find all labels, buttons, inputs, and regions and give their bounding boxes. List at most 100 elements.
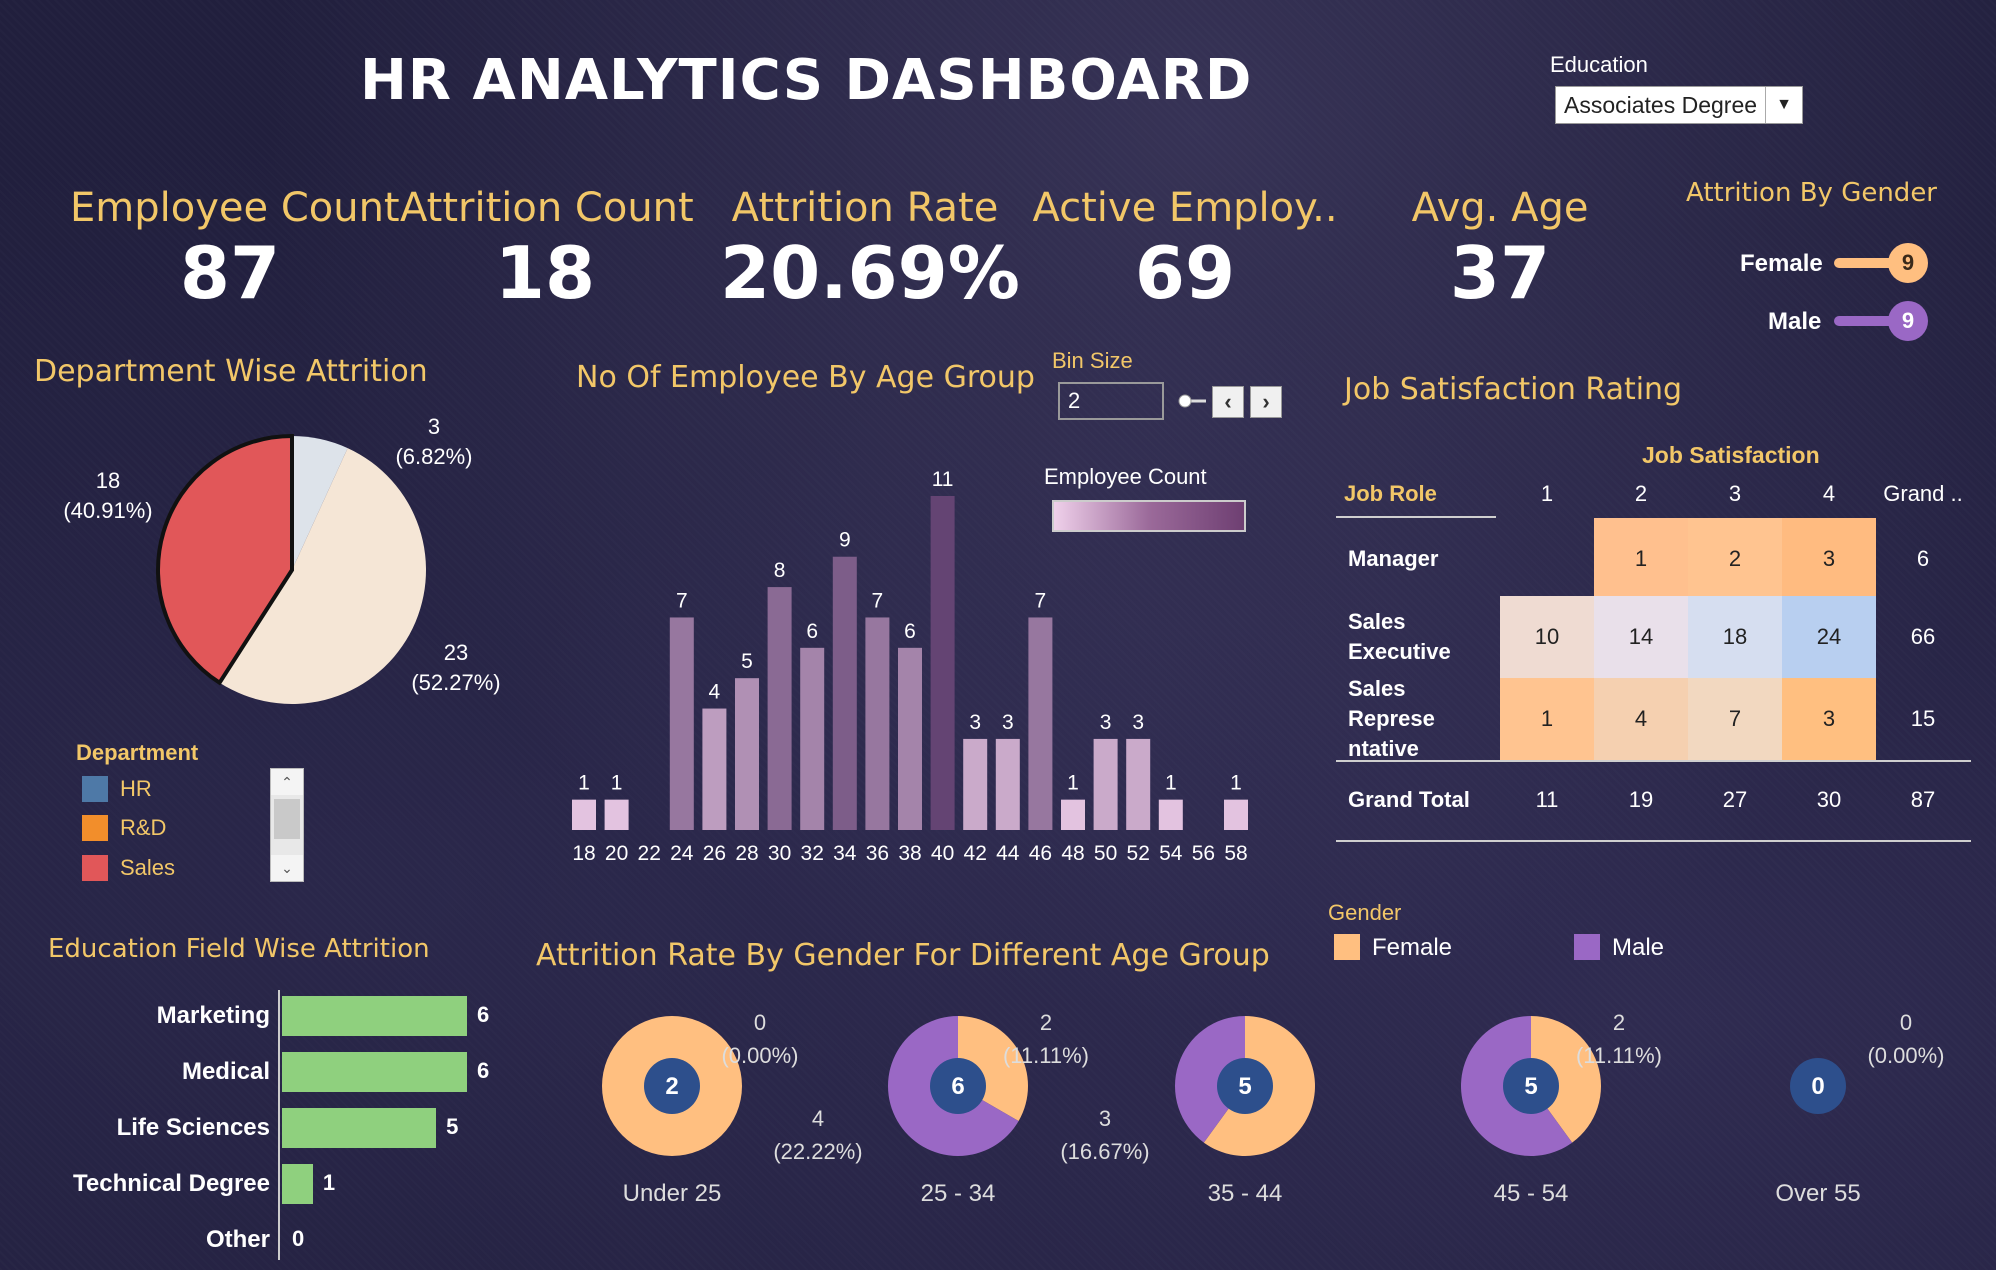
donut-center-value: 0 (1811, 1073, 1824, 1100)
job-satisfaction-cell[interactable]: 18 (1688, 596, 1782, 678)
kpi-value: 20.69% (720, 231, 1020, 315)
age-bar[interactable] (604, 799, 629, 830)
age-bar[interactable] (865, 617, 890, 830)
job-satisfaction-cell[interactable]: 3 (1782, 678, 1876, 760)
age-bar[interactable] (930, 496, 955, 830)
donut-center-value: 5 (1238, 1073, 1251, 1100)
education-field-title: Education Field Wise Attrition (48, 934, 430, 964)
education-field-bar[interactable] (282, 1164, 313, 1204)
job-satisfaction-cell[interactable]: 1 (1594, 518, 1688, 600)
pie-label-rd-pct: (52.27%) (411, 670, 500, 695)
kpi-label: Employee Count (70, 185, 400, 231)
job-satisfaction-cell[interactable]: 87 (1876, 762, 1970, 838)
job-satisfaction-cell[interactable]: 27 (1688, 762, 1782, 838)
age-bar[interactable] (898, 647, 922, 830)
annotation-line: (11.11%) (1002, 1043, 1089, 1068)
age-tick-label: 22 (638, 842, 661, 865)
kpi-label: Active Employ.. (1032, 185, 1338, 231)
kpi-label: Attrition Count (400, 185, 694, 231)
age-bar[interactable] (1061, 799, 1085, 830)
job-satisfaction-cell[interactable]: 7 (1688, 678, 1782, 760)
legend-label-rd[interactable]: R&D (120, 815, 166, 841)
age-bar[interactable] (1126, 738, 1151, 830)
page-title: HR ANALYTICS DASHBOARD (360, 48, 1253, 113)
pie-label-sales-count: 18 (96, 468, 120, 493)
donut-annotation: 2 (11.11%) (976, 1006, 1116, 1072)
legend-swatch-rd (82, 815, 108, 841)
job-satisfaction-cell[interactable]: 2 (1688, 518, 1782, 600)
age-bar[interactable] (767, 587, 792, 830)
kpi-active-employees: Active Employ.. 69 (1030, 185, 1340, 315)
age-bar-value: 6 (904, 620, 916, 643)
age-tick-label: 52 (1127, 842, 1150, 865)
age-bar-value: 1 (578, 772, 590, 795)
job-satisfaction-cell[interactable]: 15 (1876, 678, 1970, 760)
bin-size-input[interactable]: 2 (1058, 382, 1164, 420)
age-bar[interactable] (995, 738, 1020, 830)
chevron-right-icon: › (1262, 389, 1270, 414)
annotation-line: (16.67%) (1060, 1139, 1150, 1164)
job-role-row-label: Manager (1348, 546, 1439, 572)
row-label-line: Executive (1348, 639, 1451, 664)
job-satisfaction-cell[interactable]: 30 (1782, 762, 1876, 838)
legend-label-male[interactable]: Male (1612, 934, 1664, 962)
scroll-up-icon[interactable]: ⌃ (271, 769, 303, 795)
job-satisfaction-cell[interactable]: 10 (1500, 596, 1594, 678)
age-bar[interactable] (735, 678, 759, 830)
education-dropdown[interactable]: Associates Degree ▼ (1555, 86, 1803, 124)
job-satisfaction-cell[interactable] (1500, 518, 1594, 600)
age-bar[interactable] (832, 556, 857, 830)
age-tick-label: 18 (572, 842, 595, 865)
employee-count-legend-label: Employee Count (1044, 464, 1207, 489)
education-field-value: 6 (477, 1002, 490, 1027)
legend-label-female[interactable]: Female (1372, 934, 1452, 962)
job-satisfaction-column-header: Grand .. (1883, 481, 1963, 506)
table-divider (1336, 760, 1971, 762)
age-bar[interactable] (1028, 617, 1053, 830)
chevron-down-icon[interactable]: ▼ (1765, 87, 1802, 123)
chevron-left-icon: ‹ (1224, 389, 1232, 414)
bin-decrease-button[interactable]: ‹ (1212, 386, 1244, 418)
age-bar[interactable] (800, 647, 825, 830)
education-field-value: 6 (477, 1058, 490, 1083)
kpi-employee-count: Employee Count 87 (70, 185, 400, 315)
age-bar[interactable] (572, 799, 596, 830)
education-field-bar[interactable] (282, 996, 467, 1036)
donut-center-value: 6 (951, 1073, 964, 1100)
age-bar[interactable] (1093, 738, 1118, 830)
bin-increase-button[interactable]: › (1250, 386, 1282, 418)
age-group-title: No Of Employee By Age Group (576, 360, 1035, 395)
education-field-bar[interactable] (282, 1108, 437, 1148)
age-tick-label: 46 (1029, 842, 1052, 865)
annotation-line: (0.00%) (721, 1043, 799, 1068)
age-bar[interactable] (1158, 799, 1183, 830)
kpi-label: Avg. Age (1411, 185, 1589, 231)
job-satisfaction-cell[interactable]: 14 (1594, 596, 1688, 678)
age-bar[interactable] (963, 738, 988, 830)
donut-center-value: 5 (1524, 1073, 1537, 1100)
bin-size-slider[interactable] (1178, 394, 1206, 408)
scrollbar-thumb[interactable] (274, 799, 300, 839)
job-satisfaction-cell[interactable]: 24 (1782, 596, 1876, 678)
age-bar-value: 1 (1230, 772, 1242, 795)
age-bar-value: 7 (872, 589, 884, 612)
legend-label-sales[interactable]: Sales (120, 855, 175, 881)
age-bar[interactable] (1224, 799, 1248, 830)
job-satisfaction-cell[interactable]: 19 (1594, 762, 1688, 838)
education-field-bar[interactable] (282, 1052, 467, 1092)
legend-label-hr[interactable]: HR (120, 776, 152, 802)
age-bar-value: 9 (839, 529, 851, 552)
gender-donut: 5 (1175, 1016, 1315, 1156)
job-satisfaction-cell[interactable]: 66 (1876, 596, 1970, 678)
age-bar[interactable] (669, 617, 694, 830)
education-field-label: Life Sciences (116, 1114, 270, 1141)
age-bar[interactable] (702, 708, 727, 830)
scroll-down-icon[interactable]: ⌄ (271, 855, 303, 881)
legend-scrollbar[interactable]: ⌃ ⌄ (270, 768, 304, 882)
job-role-row-label: Grand Total (1348, 787, 1470, 813)
job-satisfaction-cell[interactable]: 1 (1500, 678, 1594, 760)
job-satisfaction-cell[interactable]: 3 (1782, 518, 1876, 600)
job-satisfaction-cell[interactable]: 4 (1594, 678, 1688, 760)
job-satisfaction-cell[interactable]: 11 (1500, 762, 1594, 838)
job-satisfaction-cell[interactable]: 6 (1876, 518, 1970, 600)
